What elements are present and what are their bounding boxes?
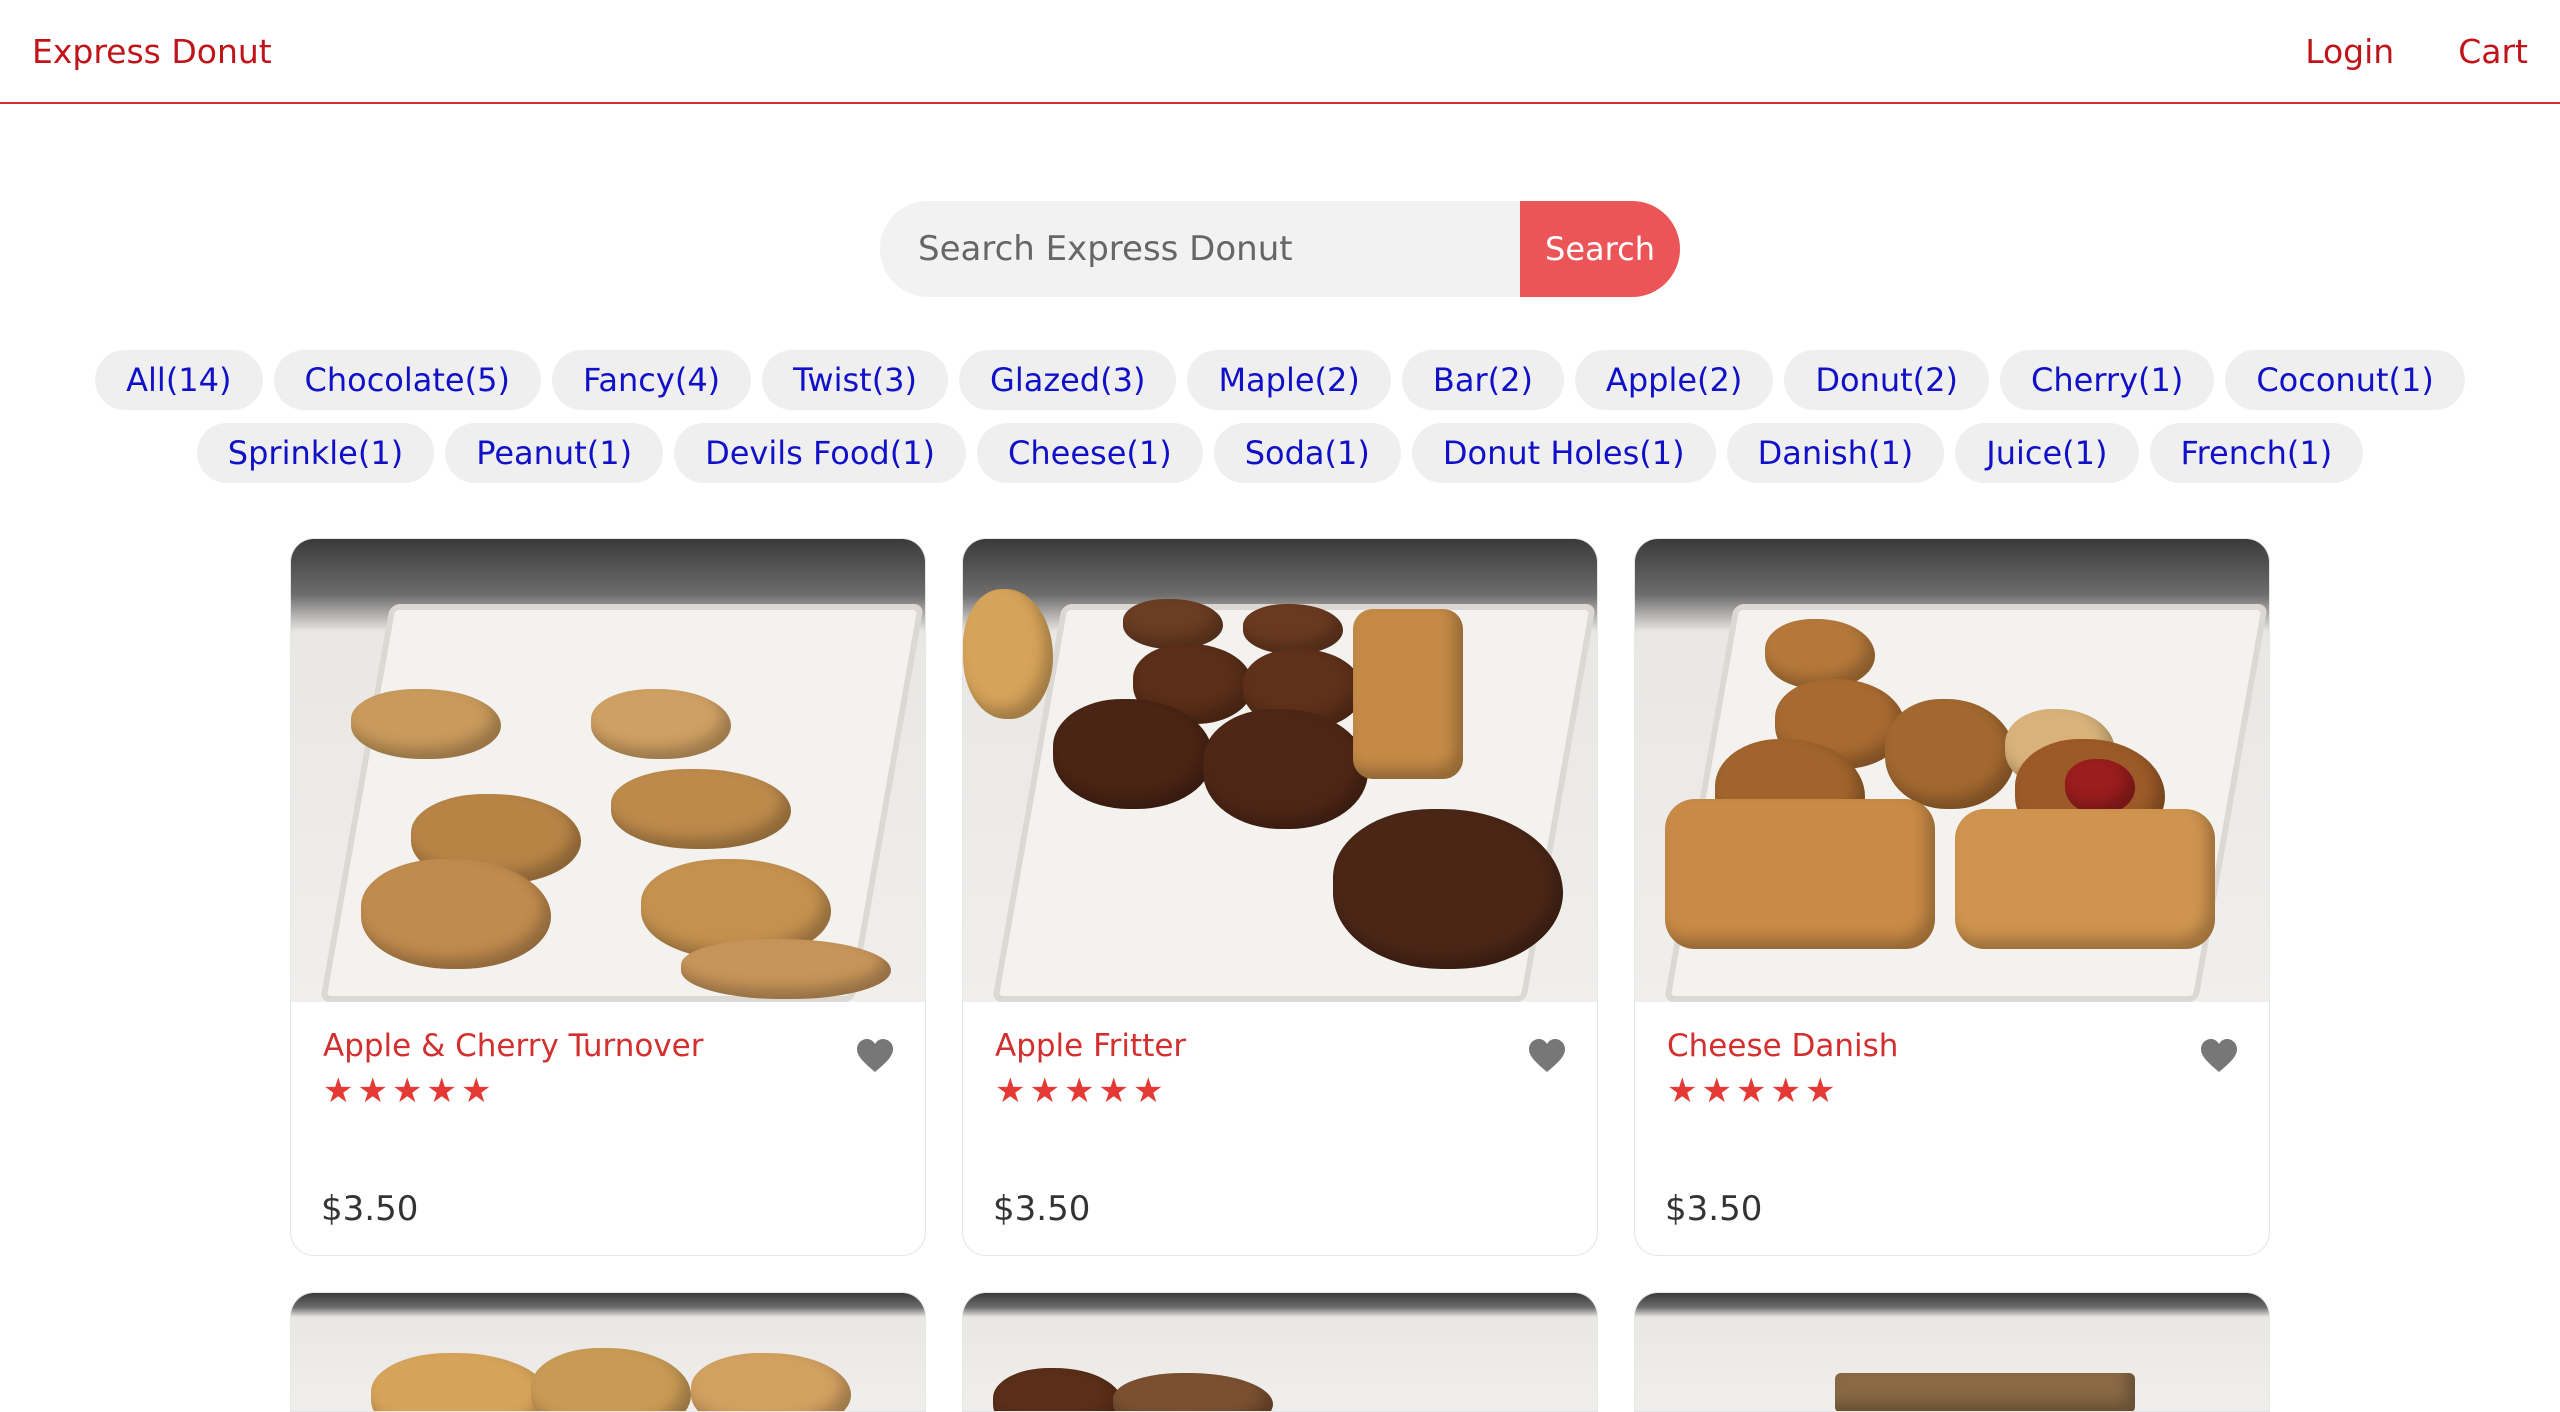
- category-chip-juice[interactable]: Juice(1): [1955, 423, 2139, 483]
- product-info: Cheese Danish ★ ★ ★ ★ ★: [1635, 1002, 2269, 1108]
- category-chip-donut-holes[interactable]: Donut Holes(1): [1411, 423, 1716, 483]
- search-bar: Search: [880, 201, 1680, 297]
- star-icon: ★: [323, 1071, 354, 1111]
- category-filter-row-2: Sprinkle(1) Peanut(1) Devils Food(1) Che…: [0, 423, 2560, 483]
- product-image: [291, 539, 925, 1002]
- category-chip-danish[interactable]: Danish(1): [1726, 423, 1945, 483]
- top-navbar: Express Donut Login Cart: [0, 0, 2560, 104]
- category-chip-twist[interactable]: Twist(3): [762, 350, 949, 410]
- category-chip-french[interactable]: French(1): [2149, 423, 2364, 483]
- product-info: Apple Fritter ★ ★ ★ ★ ★: [963, 1002, 1597, 1108]
- category-chip-maple[interactable]: Maple(2): [1187, 350, 1391, 410]
- product-card[interactable]: [290, 1292, 926, 1412]
- login-link[interactable]: Login: [2305, 32, 2394, 71]
- product-name: Apple & Cherry Turnover: [323, 1028, 704, 1064]
- star-rating: ★ ★ ★ ★ ★: [1667, 1074, 2237, 1108]
- search-button[interactable]: Search: [1520, 201, 1680, 297]
- star-icon: ★: [1667, 1071, 1698, 1111]
- product-price: $3.50: [993, 1189, 1091, 1229]
- star-icon: ★: [426, 1071, 457, 1111]
- product-image: [1635, 1293, 2269, 1411]
- star-icon: ★: [1063, 1071, 1095, 1111]
- category-chip-glazed[interactable]: Glazed(3): [959, 350, 1177, 410]
- category-chip-cherry[interactable]: Cherry(1): [2000, 350, 2215, 410]
- star-icon: ★: [1132, 1071, 1164, 1111]
- product-card[interactable]: Apple Fritter ★ ★ ★ ★ ★ $3.50: [962, 538, 1598, 1256]
- star-icon: ★: [391, 1071, 423, 1111]
- product-image: [1635, 539, 2269, 1002]
- brand-logo-link[interactable]: Express Donut: [32, 32, 272, 71]
- category-chip-devils-food[interactable]: Devils Food(1): [674, 423, 967, 483]
- category-filter-row-1: All(14) Chocolate(5) Fancy(4) Twist(3) G…: [0, 350, 2560, 410]
- product-card[interactable]: Apple & Cherry Turnover ★ ★ ★ ★ ★ $3.50: [290, 538, 926, 1256]
- cart-link[interactable]: Cart: [2458, 32, 2528, 71]
- product-name: Apple Fritter: [995, 1028, 1187, 1064]
- category-chip-soda[interactable]: Soda(1): [1213, 423, 1401, 483]
- product-price: $3.50: [321, 1189, 419, 1229]
- star-icon: ★: [460, 1071, 492, 1111]
- product-name: Cheese Danish: [1667, 1028, 1899, 1064]
- product-info: Apple & Cherry Turnover ★ ★ ★ ★ ★: [291, 1002, 925, 1108]
- category-chip-all[interactable]: All(14): [95, 350, 263, 410]
- star-rating: ★ ★ ★ ★ ★: [995, 1074, 1565, 1108]
- nav-links: Login Cart: [2305, 32, 2528, 71]
- star-icon: ★: [1098, 1071, 1129, 1111]
- star-icon: ★: [995, 1071, 1026, 1111]
- heart-icon[interactable]: [855, 1038, 895, 1074]
- heart-icon[interactable]: [1527, 1038, 1567, 1074]
- category-chip-donut[interactable]: Donut(2): [1784, 350, 1989, 410]
- star-icon: ★: [1735, 1071, 1767, 1111]
- star-icon: ★: [1029, 1071, 1060, 1111]
- star-icon: ★: [1770, 1071, 1801, 1111]
- category-chip-bar[interactable]: Bar(2): [1401, 350, 1564, 410]
- category-chip-coconut[interactable]: Coconut(1): [2225, 350, 2465, 410]
- star-icon: ★: [1804, 1071, 1836, 1111]
- category-chip-chocolate[interactable]: Chocolate(5): [273, 350, 541, 410]
- product-image: [963, 539, 1597, 1002]
- category-chip-cheese[interactable]: Cheese(1): [977, 423, 1203, 483]
- category-chip-sprinkle[interactable]: Sprinkle(1): [196, 423, 435, 483]
- category-chip-peanut[interactable]: Peanut(1): [445, 423, 664, 483]
- product-image: [963, 1293, 1597, 1411]
- product-image: [291, 1293, 925, 1411]
- search-input[interactable]: [880, 201, 1520, 297]
- star-icon: ★: [1701, 1071, 1732, 1111]
- star-icon: ★: [357, 1071, 388, 1111]
- product-card[interactable]: Cheese Danish ★ ★ ★ ★ ★ $3.50: [1634, 538, 2270, 1256]
- category-chip-fancy[interactable]: Fancy(4): [551, 350, 752, 410]
- product-card[interactable]: [962, 1292, 1598, 1412]
- product-price: $3.50: [1665, 1189, 1763, 1229]
- heart-icon[interactable]: [2199, 1038, 2239, 1074]
- category-chip-apple[interactable]: Apple(2): [1574, 350, 1774, 410]
- product-card[interactable]: [1634, 1292, 2270, 1412]
- star-rating: ★ ★ ★ ★ ★: [323, 1074, 893, 1108]
- product-grid: Apple & Cherry Turnover ★ ★ ★ ★ ★ $3.50: [290, 538, 2270, 1412]
